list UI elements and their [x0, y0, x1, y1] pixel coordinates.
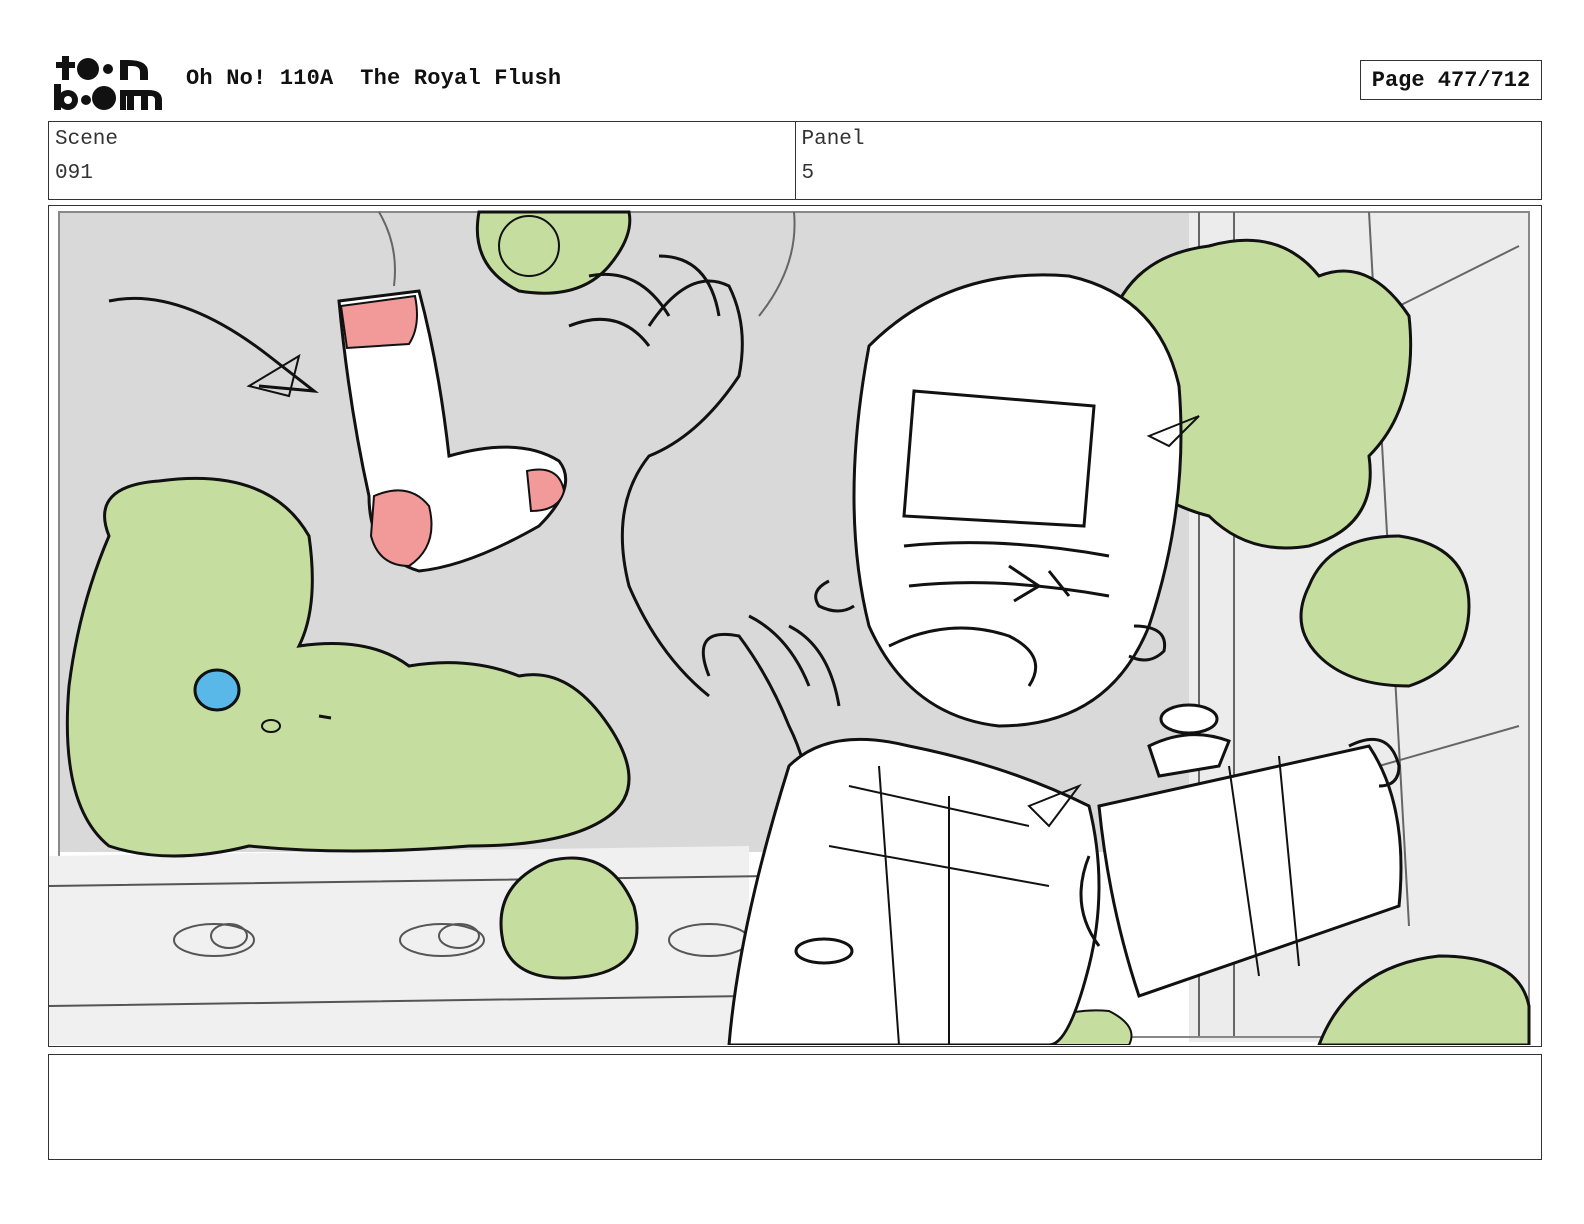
scene-value: 091: [55, 162, 93, 185]
storyboard-panel-image: [48, 205, 1542, 1047]
panel-label: Panel: [801, 128, 865, 151]
document-title: Oh No! 110A The Royal Flush: [186, 66, 562, 91]
scene-cell: Scene 091: [49, 122, 795, 199]
scene-panel-info: Scene 091 Panel 5: [48, 121, 1542, 200]
scene-label: Scene: [55, 128, 119, 151]
storyboard-sketch: [49, 206, 1540, 1045]
toon-boom-logo: [52, 52, 164, 112]
panel-value: 5: [801, 162, 815, 185]
page-number: Page 477/712: [1360, 60, 1542, 100]
panel-cell: Panel 5: [794, 122, 1542, 199]
notes-box: [48, 1054, 1542, 1160]
